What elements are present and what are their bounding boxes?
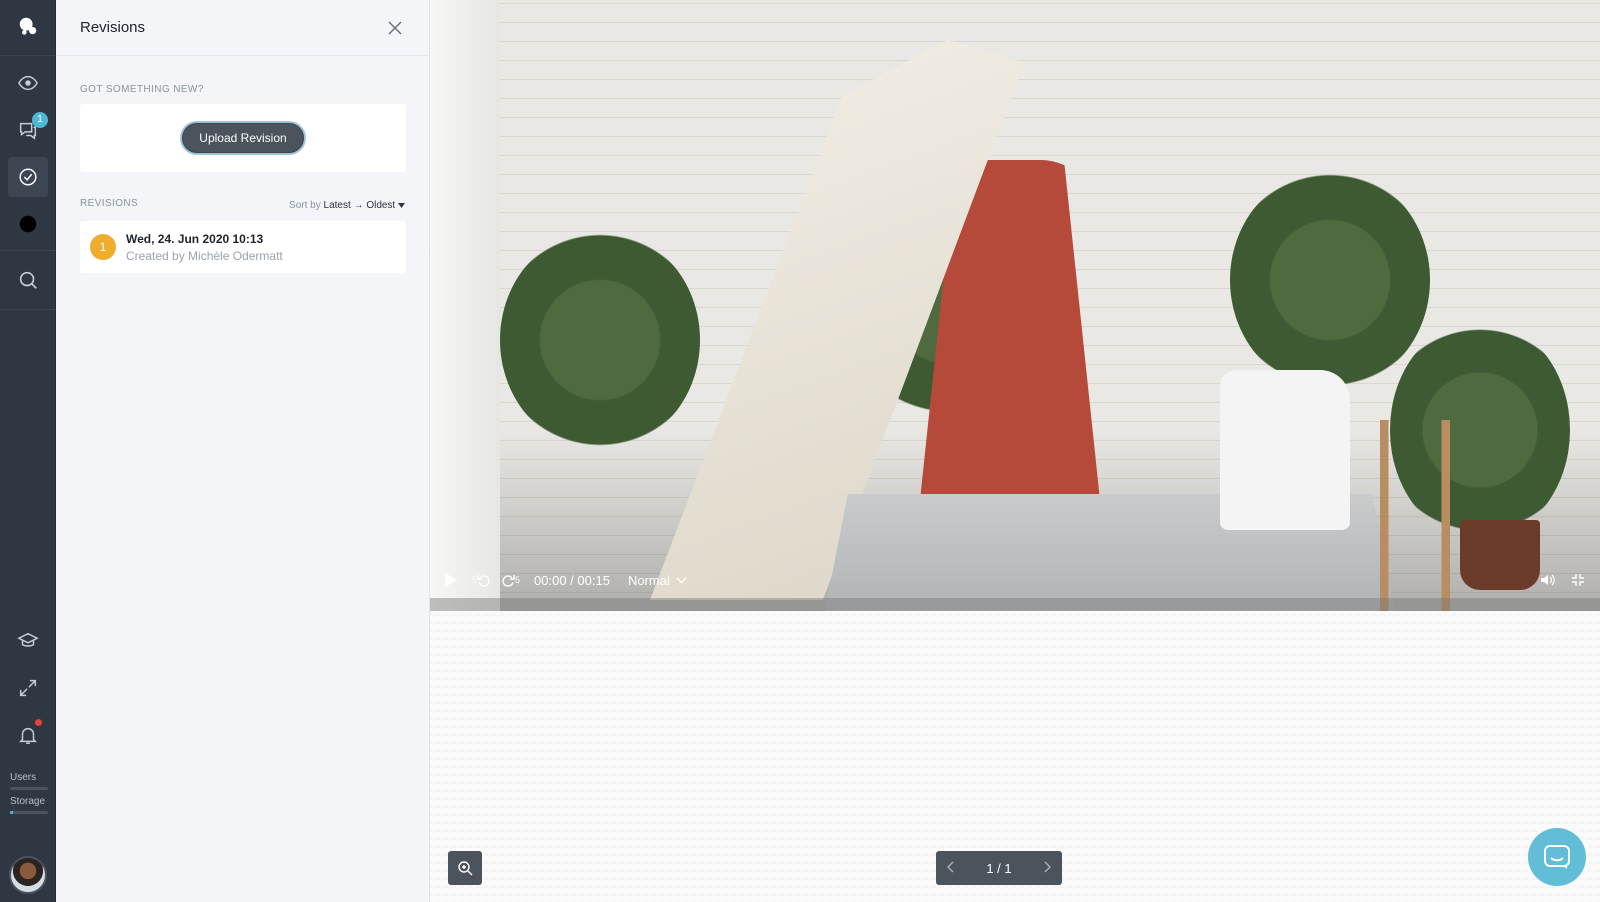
skip-forward-seconds: 5 (515, 575, 521, 585)
panel-title: Revisions (80, 19, 146, 36)
video-frame[interactable]: 5 5 00:00 / 00:15 Normal (430, 0, 1600, 611)
upload-card: Upload Revision (80, 104, 406, 172)
learn-button[interactable] (8, 621, 48, 661)
fullscreen-button[interactable] (8, 668, 48, 708)
revisions-panel: Revisions GOT SOMETHING NEW? Upload Revi… (56, 0, 430, 902)
sort-prefix: Sort by (289, 200, 321, 211)
panel-header: Revisions (56, 0, 429, 56)
revision-item[interactable]: 1 Wed, 24. Jun 2020 10:13 Created by Mic… (80, 221, 406, 273)
chevron-right-icon (1044, 861, 1051, 872)
storage-usage-bar (10, 811, 48, 814)
video-scene-curtain (430, 0, 500, 611)
upload-revision-button[interactable]: Upload Revision (182, 123, 304, 153)
chat-icon (1544, 845, 1570, 869)
next-page-button[interactable] (1044, 861, 1052, 876)
playback-time: 00:00 / 00:15 (534, 572, 610, 588)
skip-back-button[interactable]: 5 (472, 573, 491, 587)
playback-speed-select[interactable]: Normal (628, 573, 687, 588)
status-dot-icon (19, 215, 37, 233)
chevron-left-icon (947, 861, 954, 872)
page-indicator: 1 / 1 (986, 860, 1012, 876)
minimize-icon (1572, 574, 1584, 586)
bell-icon (18, 727, 38, 744)
previous-page-button[interactable] (946, 861, 954, 876)
search-icon (19, 271, 37, 289)
users-usage-bar (10, 787, 48, 790)
users-usage[interactable]: Users (10, 772, 48, 790)
comments-button[interactable]: 1 (8, 110, 48, 150)
video-scene-plant (1230, 170, 1430, 390)
storage-usage[interactable]: Storage (10, 796, 48, 814)
revisions-section-label: REVISIONS (80, 198, 139, 209)
video-scene-plant (500, 230, 700, 450)
support-chat-button[interactable] (1528, 828, 1586, 886)
upload-section-label: GOT SOMETHING NEW? (80, 84, 204, 95)
notifications-button[interactable] (8, 715, 48, 755)
expand-icon (19, 679, 37, 697)
revision-details: Wed, 24. Jun 2020 10:13 Created by Michè… (126, 232, 283, 263)
comments-badge: 1 (32, 112, 48, 128)
skip-forward-button[interactable]: 5 (501, 573, 520, 587)
revision-author: Created by Michèle Odermatt (126, 248, 283, 263)
storage-usage-fill (10, 811, 14, 814)
revisions-button[interactable] (8, 157, 48, 197)
search-button[interactable] (8, 260, 48, 300)
play-button[interactable] (442, 572, 460, 588)
playback-speed-value: Normal (627, 572, 670, 588)
revision-number-badge: 1 (90, 234, 116, 260)
graduation-cap-icon (17, 632, 39, 647)
volume-button[interactable] (1538, 573, 1558, 587)
revisions-icon (19, 168, 37, 186)
video-controls: 5 5 00:00 / 00:15 Normal (430, 565, 1600, 595)
user-avatar[interactable] (9, 856, 47, 894)
status-button[interactable] (8, 204, 48, 244)
media-viewer: 5 5 00:00 / 00:15 Normal 1 / 1 (430, 0, 1600, 902)
chevron-down-icon (676, 577, 687, 583)
logo-icon (19, 17, 37, 35)
video-progress-bar[interactable] (430, 598, 1600, 611)
video-scene-sewing-machine (1220, 370, 1350, 530)
eye-icon (17, 75, 39, 91)
caret-down-icon (398, 203, 405, 208)
zoom-in-icon (458, 861, 473, 876)
zoom-button[interactable] (448, 851, 482, 885)
app-rail: 1 Users Storage (0, 0, 56, 902)
exit-fullscreen-button[interactable] (1568, 573, 1588, 587)
volume-icon (1541, 574, 1555, 586)
sort-value: Latest → Oldest (323, 200, 396, 211)
play-icon (445, 573, 457, 587)
app-logo[interactable] (8, 6, 48, 46)
close-panel-button[interactable] (385, 18, 405, 38)
sort-control[interactable]: Sort by Latest → Oldest (289, 200, 405, 211)
storage-usage-label: Storage (10, 796, 46, 807)
close-icon (388, 20, 402, 35)
page-navigator: 1 / 1 (936, 851, 1062, 885)
users-usage-label: Users (10, 772, 37, 783)
revision-date: Wed, 24. Jun 2020 10:13 (126, 231, 264, 246)
notification-dot (35, 719, 42, 726)
forward-icon (502, 575, 515, 587)
preview-button[interactable] (8, 63, 48, 103)
rewind-icon (477, 575, 490, 587)
